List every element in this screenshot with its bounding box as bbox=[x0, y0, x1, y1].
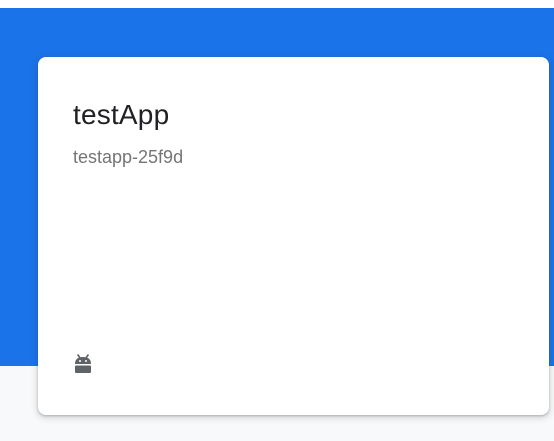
top-strip bbox=[0, 0, 554, 8]
project-card[interactable]: testApp testapp-25f9d bbox=[38, 57, 549, 415]
android-icon bbox=[72, 354, 94, 374]
project-name: testApp bbox=[73, 99, 170, 130]
project-id: testapp-25f9d bbox=[73, 147, 184, 167]
